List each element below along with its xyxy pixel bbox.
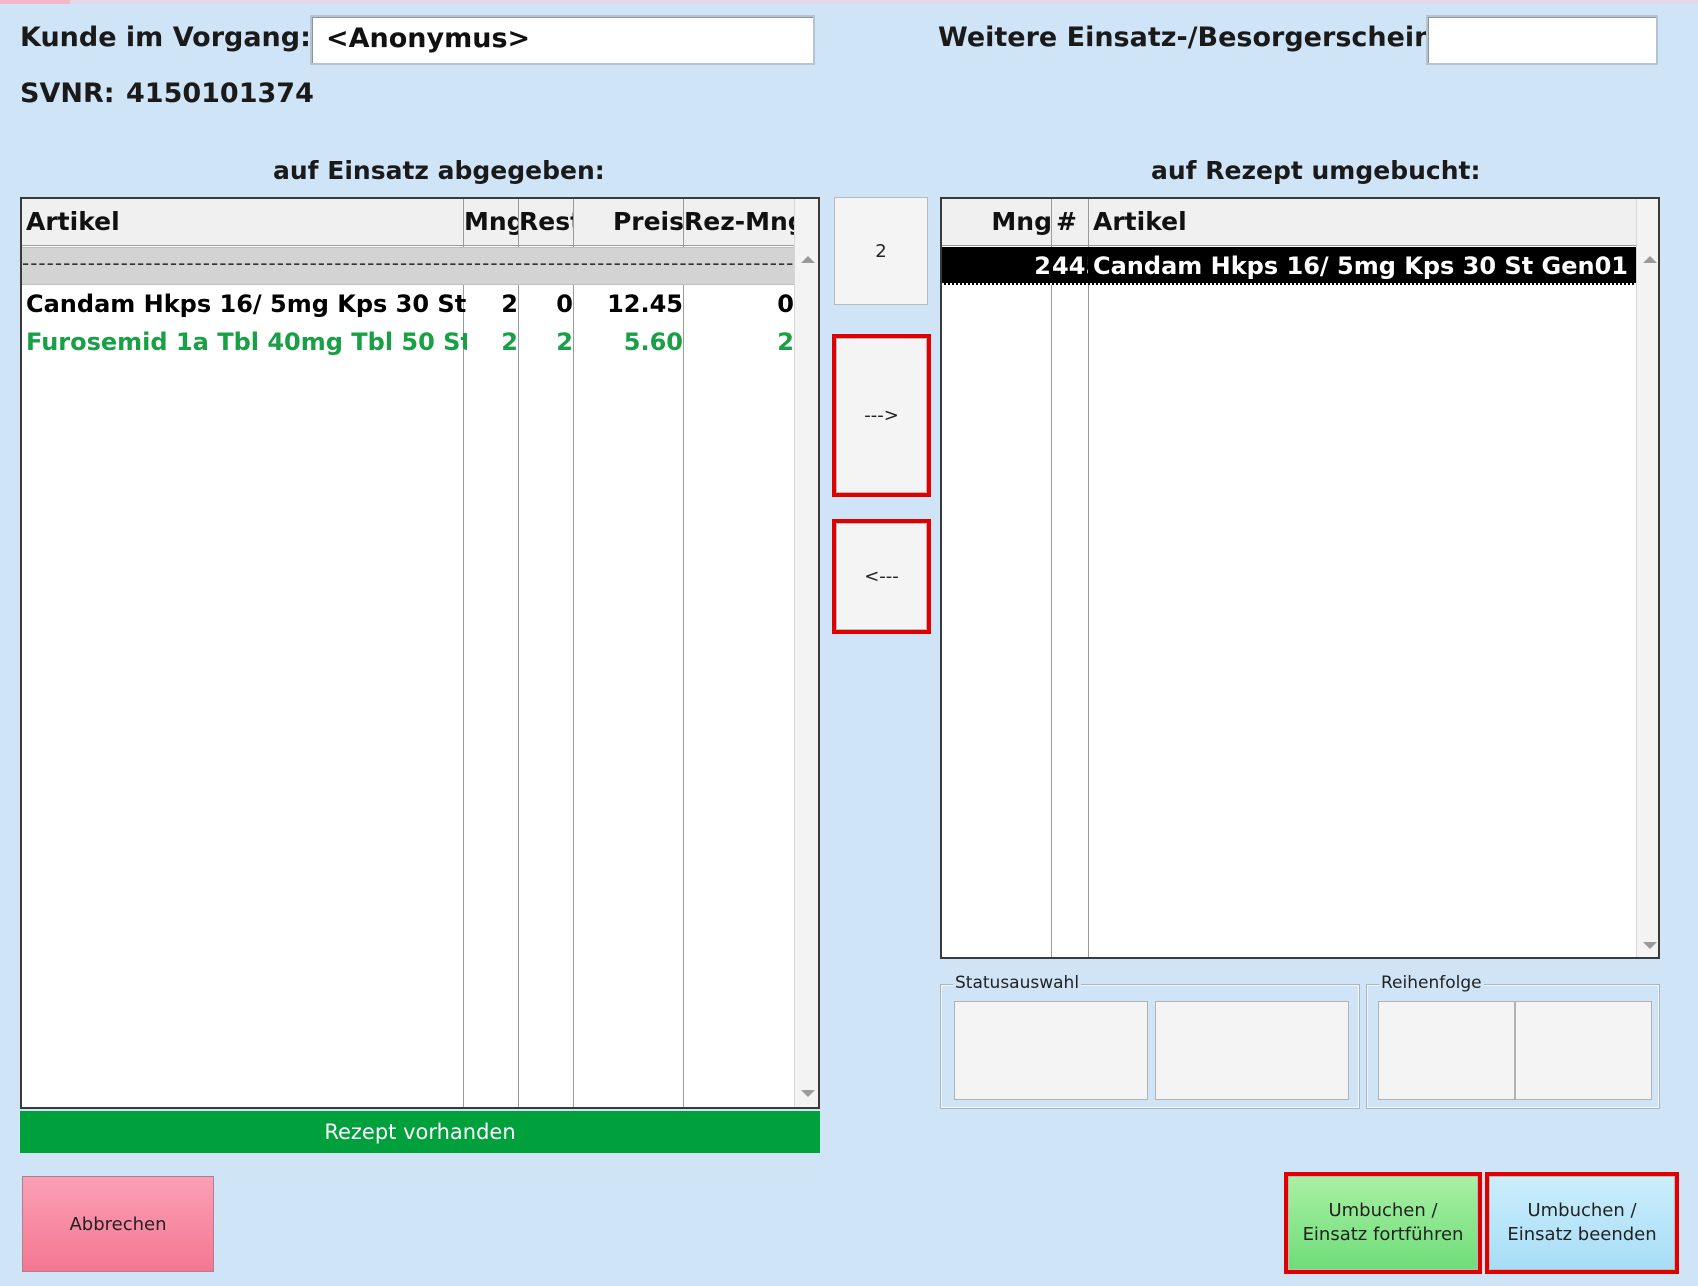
order-option-button[interactable] — [1515, 1001, 1652, 1100]
cell-rez-mng: 2 — [777, 328, 794, 356]
order-option-button[interactable] — [1378, 1001, 1515, 1100]
column-divider — [1088, 199, 1089, 957]
move-left-button[interactable]: <--- — [836, 523, 927, 630]
column-header-artikel[interactable]: Artikel — [1089, 199, 1640, 246]
cell-mng: 2 — [501, 328, 518, 356]
cell-mng: 2 — [501, 290, 518, 318]
move-right-button[interactable]: ---> — [836, 338, 927, 493]
quantity-button[interactable]: 2 — [834, 197, 928, 305]
order-group: Reihenfolge — [1366, 973, 1660, 1109]
status-option-button[interactable] — [1155, 1001, 1349, 1100]
cell-artikel: Candam Hkps 16/ 5mg Kps 30 St Gen — [26, 290, 467, 318]
right-panel-title: auf Rezept umgebucht: — [1151, 156, 1481, 185]
window-top-accent — [0, 0, 70, 4]
cell-mng: 2 — [1034, 252, 1051, 280]
customer-field[interactable]: <Anonymus> — [310, 15, 815, 65]
issued-items-grid[interactable]: Artikel Mng Rest Preis Rez-Mng ---------… — [20, 197, 820, 1109]
left-grid-scrollbar[interactable] — [794, 199, 818, 1107]
svnr-value: 4150101374 — [126, 78, 314, 109]
transfer-continue-button[interactable]: Umbuchen / Einsatz fortführen — [1288, 1176, 1478, 1270]
scroll-down-icon[interactable] — [795, 1081, 818, 1105]
column-header-rest[interactable]: Rest — [519, 199, 578, 246]
cell-artikel: Candam Hkps 16/ 5mg Kps 30 St Gen01 — [1093, 252, 1629, 280]
cancel-button[interactable]: Abbrechen — [22, 1176, 214, 1272]
table-row-selected[interactable]: 2 445 Candam Hkps 16/ 5mg Kps 30 St Gen0… — [942, 247, 1636, 285]
column-header-rez-mng[interactable]: Rez-Mng — [684, 199, 798, 246]
status-option-button[interactable] — [954, 1001, 1148, 1100]
cell-preis: 5.60 — [623, 328, 683, 356]
column-header-number[interactable]: # — [1052, 199, 1093, 246]
cell-preis: 12.45 — [607, 290, 683, 318]
customer-label: Kunde im Vorgang: — [20, 22, 311, 53]
column-header-mng[interactable]: Mng — [464, 199, 523, 246]
column-header-artikel[interactable]: Artikel — [22, 199, 468, 246]
separator-row: ----------------------------------------… — [22, 247, 794, 285]
scroll-down-icon[interactable] — [1637, 933, 1658, 957]
scroll-up-icon[interactable] — [795, 247, 818, 271]
continue-highlight: Umbuchen / Einsatz fortführen — [1284, 1172, 1482, 1274]
cell-artikel: Furosemid 1a Tbl 40mg Tbl 50 St Eap — [26, 328, 467, 356]
svnr-label: SVNR: — [20, 78, 115, 109]
left-panel-title: auf Einsatz abgegeben: — [273, 156, 605, 185]
move-right-highlight: ---> — [832, 334, 931, 497]
status-selection-group: Statusauswahl — [940, 973, 1360, 1109]
order-title: Reihenfolge — [1379, 973, 1484, 993]
column-header-mng[interactable]: Mng — [942, 199, 1056, 246]
right-grid-scrollbar[interactable] — [1636, 199, 1658, 957]
continue-label-line1: Umbuchen / — [1328, 1200, 1438, 1221]
status-selection-title: Statusauswahl — [953, 973, 1082, 993]
column-divider — [1051, 199, 1052, 957]
finish-label-line2: Einsatz beenden — [1507, 1224, 1657, 1245]
finish-highlight: Umbuchen / Einsatz beenden — [1485, 1172, 1679, 1274]
cell-rez-mng: 0 — [777, 290, 794, 318]
column-header-preis[interactable]: Preis — [574, 199, 688, 246]
prescription-status-bar: Rezept vorhanden — [20, 1111, 820, 1153]
further-slips-field[interactable] — [1426, 15, 1658, 65]
move-left-highlight: <--- — [832, 519, 931, 634]
prescription-items-grid[interactable]: Mng # Artikel 2 445 Candam Hkps 16/ 5mg … — [940, 197, 1660, 959]
continue-label-line2: Einsatz fortführen — [1302, 1224, 1464, 1245]
finish-label-line1: Umbuchen / — [1527, 1200, 1637, 1221]
cell-rest: 2 — [556, 328, 573, 356]
window-top-border — [0, 0, 1698, 4]
scroll-up-icon[interactable] — [1637, 247, 1658, 271]
further-slips-label: Weitere Einsatz-/Besorgerscheine: — [938, 22, 1463, 53]
cell-rest: 0 — [556, 290, 573, 318]
cell-number: 445 — [1052, 252, 1088, 280]
focus-outline — [942, 283, 1636, 285]
transfer-finish-button[interactable]: Umbuchen / Einsatz beenden — [1489, 1176, 1675, 1270]
